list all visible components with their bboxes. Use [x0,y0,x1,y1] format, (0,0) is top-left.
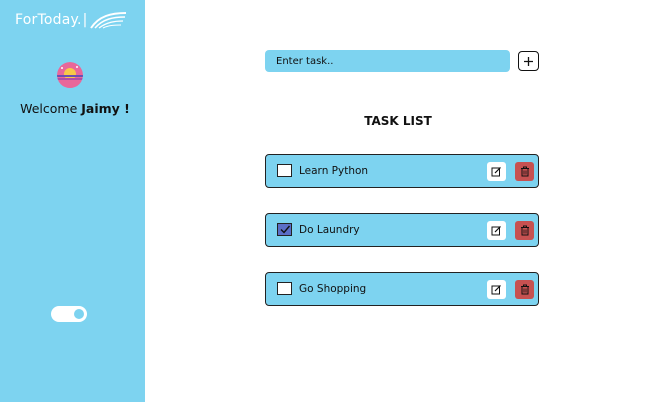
sunset-avatar-icon [57,62,83,88]
task-row: Learn Python [265,154,539,188]
task-label: Go Shopping [299,283,367,295]
avatar[interactable] [57,62,83,88]
trash-icon [520,284,529,295]
edit-task-button[interactable] [487,162,506,181]
task-row: Do Laundry [265,213,539,247]
task-checkbox[interactable] [277,282,292,295]
toggle-knob [74,309,84,319]
edit-icon [491,285,501,295]
task-list-title: TASK LIST [364,114,432,128]
task-row: Go Shopping [265,272,539,306]
delete-task-button[interactable] [515,162,534,181]
task-checkbox-checked[interactable] [277,223,292,236]
app-root: ForToday. | Welcome Jaimy ! Enter task..… [0,0,660,402]
edit-icon [491,226,501,236]
checkmark-icon [280,225,291,234]
brand-separator: | [82,12,88,28]
trash-icon [520,166,529,177]
brand-name: ForToday. [15,12,82,28]
edit-icon [491,167,501,177]
wing-logo-icon [90,12,127,29]
plus-icon [524,56,533,66]
delete-task-button[interactable] [515,221,534,240]
edit-task-button[interactable] [487,280,506,299]
task-input[interactable] [265,50,510,72]
trash-icon [520,225,529,236]
add-task-button[interactable] [518,51,539,71]
theme-toggle[interactable] [51,306,87,322]
task-checkbox[interactable] [277,164,292,177]
brand: ForToday. | [15,9,127,31]
task-label: Learn Python [299,165,369,177]
edit-task-button[interactable] [487,221,506,240]
delete-task-button[interactable] [515,280,534,299]
task-label: Do Laundry [299,224,360,236]
sidebar: ForToday. | Welcome Jaimy ! [0,0,145,402]
